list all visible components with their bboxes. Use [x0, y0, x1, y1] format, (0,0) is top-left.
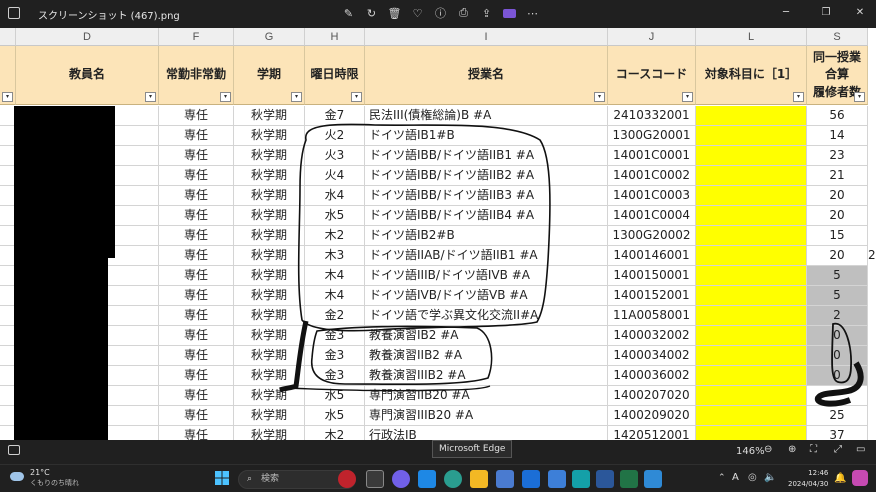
clock-time: 12:46	[808, 469, 829, 477]
rotate-icon[interactable]: ↻	[363, 4, 380, 22]
strawberry-icon	[338, 470, 356, 488]
task-view-icon[interactable]	[366, 470, 384, 488]
file-explorer-icon[interactable]	[470, 470, 488, 488]
more-icon[interactable]: ⋯	[524, 4, 541, 22]
photos-icon[interactable]	[644, 470, 662, 488]
fit-screen-icon[interactable]: ⛶	[810, 444, 817, 455]
ime-indicator[interactable]: A	[732, 472, 739, 483]
notification-icon[interactable]: 🔔	[834, 473, 846, 484]
app-icon-2[interactable]	[522, 470, 540, 488]
title-bar: スクリーンショット (467).png ✎ ↻ 🗑 ♡ ⓘ ⎙ ⇪ ⋯ ─ ❐ …	[0, 0, 876, 28]
minimize-button[interactable]: ─	[766, 2, 806, 22]
window-title: スクリーンショット (467).png	[38, 11, 180, 22]
word-icon[interactable]	[596, 470, 614, 488]
tooltip: Microsoft Edge	[432, 440, 513, 458]
onedrive-icon[interactable]	[501, 4, 518, 22]
weather-temp[interactable]: 21°C	[30, 468, 50, 477]
fullscreen-icon[interactable]: ⤢	[834, 444, 842, 455]
share-icon[interactable]: ⇪	[478, 4, 495, 22]
ink-annotations	[279, 123, 864, 407]
clock[interactable]: 12:46 2024/04/30	[788, 468, 828, 490]
edge-icon[interactable]	[444, 470, 462, 488]
copilot-icon[interactable]	[852, 470, 868, 486]
search-placeholder: 検索	[261, 474, 280, 484]
weather-text[interactable]: くもりのち晴れ	[30, 478, 79, 488]
start-icon[interactable]	[214, 470, 232, 488]
delete-icon[interactable]: 🗑	[386, 4, 403, 22]
excel-icon[interactable]	[620, 470, 638, 488]
viewer-toolbar: ✎ ↻ 🗑 ♡ ⓘ ⎙ ⇪ ⋯	[340, 4, 541, 22]
zoom-level: 146%	[736, 446, 765, 457]
app-icon-4[interactable]	[572, 470, 590, 488]
search-icon: ⌕	[247, 474, 253, 484]
photos-app-icon	[8, 7, 20, 19]
clock-date: 2024/04/30	[788, 480, 829, 488]
favorite-icon[interactable]: ♡	[409, 4, 426, 22]
print-icon[interactable]: ⎙	[455, 4, 472, 22]
chevron-up-icon[interactable]: ⌃	[718, 473, 726, 483]
weather-icon	[10, 472, 24, 481]
filmstrip-icon[interactable]	[8, 445, 20, 455]
close-button[interactable]: ✕	[840, 2, 876, 22]
mail-icon[interactable]	[418, 470, 436, 488]
app-icon-3[interactable]	[548, 470, 566, 488]
spreadsheet-image: DFGHIJLS ▾ 教員名 ▾ 常勤非常勤 ▾ 学期 ▾ 曜日時限 ▾ 授業名 ▾ コースコード ▾ 対…	[0, 28, 876, 440]
taskbar: 21°C くもりのち晴れ ⌕ 検索 ⌃ A ◎ 🔈 12:46 2024/04/…	[0, 464, 876, 492]
network-icon[interactable]: ◎	[748, 472, 757, 483]
edit-icon[interactable]: ✎	[340, 4, 357, 22]
zoom-in-icon[interactable]: ⊕	[788, 444, 796, 455]
slideshow-icon[interactable]: ▭	[856, 444, 865, 455]
chat-icon[interactable]	[392, 470, 410, 488]
app-icon-1[interactable]	[496, 470, 514, 488]
volume-icon[interactable]: 🔈	[764, 472, 776, 483]
zoom-out-icon[interactable]: ⊖	[764, 444, 772, 455]
info-icon[interactable]: ⓘ	[432, 4, 449, 22]
